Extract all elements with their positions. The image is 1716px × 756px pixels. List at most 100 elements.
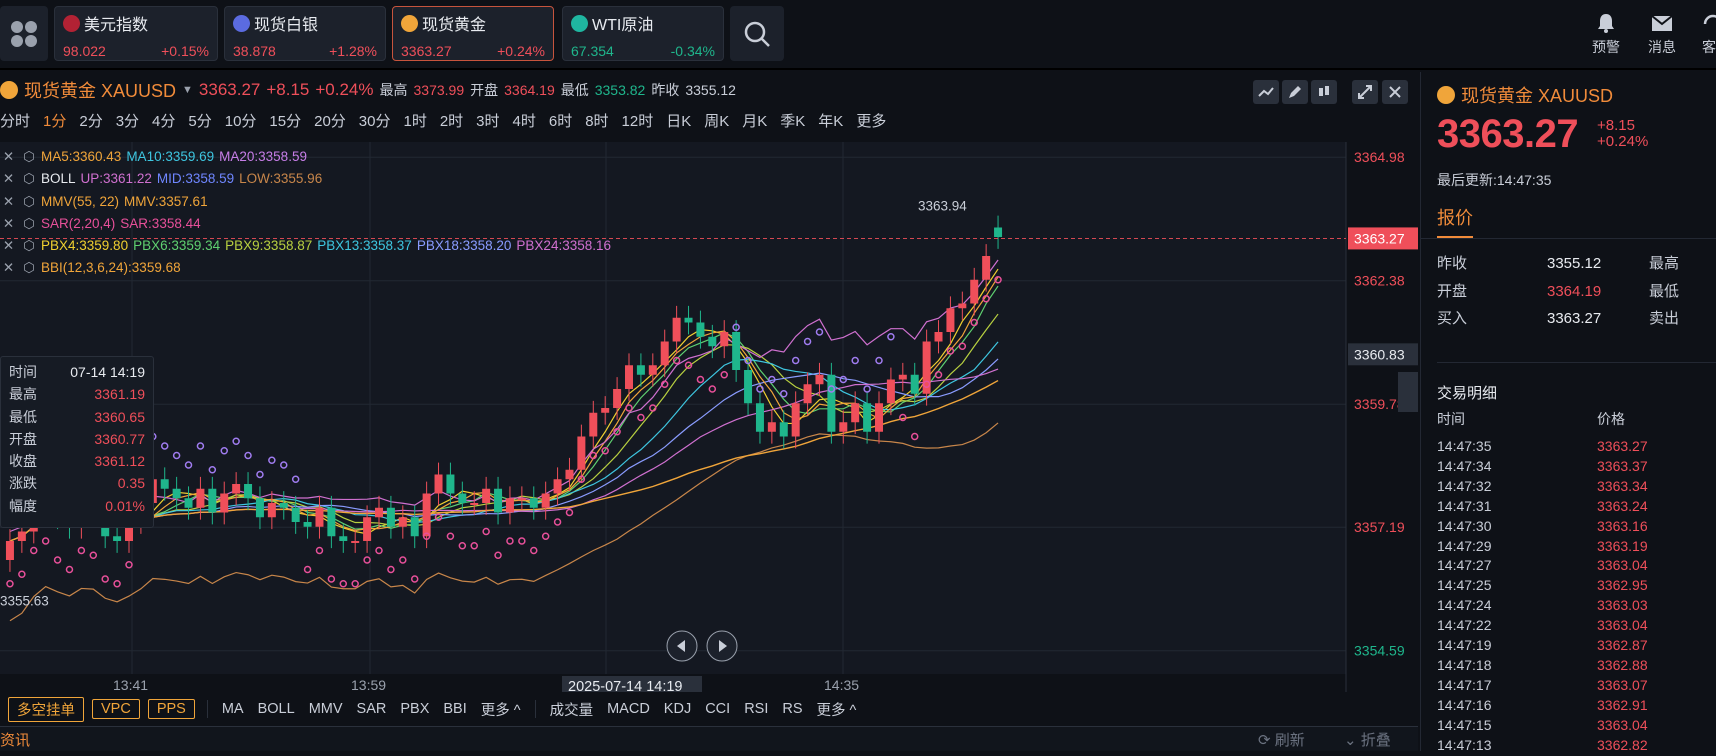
main-indicator-tab[interactable]: BBI (443, 701, 466, 717)
alert-tool[interactable]: 预警 (1592, 12, 1620, 57)
period-tab[interactable]: 1时 (403, 110, 426, 131)
main-indicator-tab[interactable]: SAR (357, 701, 387, 717)
alert-label: 预警 (1592, 39, 1620, 55)
trade-row: 14:47:19 3362.87 (1437, 636, 1716, 656)
prev-close-value: 3355.12 (685, 82, 736, 98)
sub-indicator-tab[interactable]: KDJ (664, 701, 691, 717)
indicator-settings-icon[interactable]: ⬡ (17, 191, 41, 213)
indicator-settings-icon[interactable]: ⬡ (17, 146, 41, 168)
period-tab[interactable]: 15分 (269, 110, 301, 131)
ticker-tile[interactable]: 现货白银 38.878 +1.28% (224, 6, 386, 61)
period-tab[interactable]: 8时 (585, 110, 608, 131)
period-tab[interactable]: 20分 (314, 110, 346, 131)
sub-indicator-tab[interactable]: 成交量 (550, 699, 594, 720)
bottom-tag-button[interactable]: VPC (92, 699, 140, 719)
period-tab[interactable]: 3时 (476, 110, 499, 131)
period-tab[interactable]: 12时 (622, 110, 654, 131)
ticker-tile[interactable]: 美元指数 98.022 +0.15% (54, 6, 218, 61)
chart-pane: 现货黄金 XAUUSD ▼ 3363.27 +8.15 +0.24% 最高 337… (0, 72, 1418, 692)
apps-grid-button[interactable] (0, 6, 48, 61)
expand-button[interactable] (1352, 80, 1378, 104)
period-tab[interactable]: 分时 (0, 110, 30, 131)
period-tab[interactable]: 2分 (79, 110, 102, 131)
indicator-value: PBX13:3358.37 (317, 238, 412, 254)
quote-panel: 现货黄金 XAUUSD 3363.27 +8.15 +0.24% 最后更新:14:… (1420, 72, 1716, 753)
period-tab[interactable]: 1分 (43, 110, 66, 131)
news-title[interactable]: 资讯 (0, 729, 30, 750)
ticker-tile[interactable]: WTI原油 67.354 -0.34% (562, 6, 724, 61)
remove-indicator-icon[interactable]: ✕ (0, 146, 17, 168)
trade-row: 14:47:35 3363.27 (1437, 437, 1716, 457)
main-indicator-tab[interactable]: MA (222, 701, 244, 717)
candle-body (434, 474, 443, 494)
sub-indicator-tab[interactable]: RS (782, 701, 802, 717)
symbol-dropdown-icon[interactable]: ▼ (182, 84, 193, 96)
candle-body (422, 493, 431, 537)
indicator-settings-icon[interactable]: ⬡ (17, 235, 41, 257)
period-tab[interactable]: 30分 (359, 110, 391, 131)
candle-body (375, 507, 383, 518)
bottom-tag-button[interactable]: PPS (147, 699, 195, 719)
indicator-value: PBX6:3359.34 (133, 238, 221, 254)
period-tab[interactable]: 更多 (856, 110, 886, 131)
candle-body (494, 488, 503, 513)
pencil-button[interactable] (1282, 80, 1308, 104)
candle-body (791, 403, 800, 437)
candle-body (648, 365, 657, 375)
main-indicator-tab[interactable]: 更多 ^ (481, 699, 521, 720)
gold-icon (1437, 86, 1455, 104)
period-tab[interactable]: 2时 (440, 110, 463, 131)
candle-style-button[interactable] (1311, 80, 1337, 104)
message-tool[interactable]: 消息 (1648, 12, 1676, 57)
ticker-tile[interactable]: 现货黄金 3363.27 +0.24% (392, 6, 554, 61)
period-tab[interactable]: 周K (704, 110, 729, 131)
quote-key: 最低 (1649, 282, 1680, 300)
sub-indicator-tab[interactable]: 更多 ^ (817, 699, 857, 720)
period-tab[interactable]: 年K (818, 110, 843, 131)
indicator-value: PBX24:3358.16 (516, 238, 612, 254)
indicator-settings-icon[interactable]: ⬡ (17, 257, 41, 279)
symbol-name[interactable]: 现货黄金 XAUUSD (24, 77, 176, 103)
tab-quote[interactable]: 报价 (1437, 204, 1473, 238)
close-icon (1389, 86, 1401, 98)
ticker-name-row: 美元指数 (63, 11, 209, 35)
sub-indicator-tab[interactable]: MACD (607, 701, 650, 717)
draw-line-button[interactable] (1253, 80, 1279, 104)
expand-icon (1358, 85, 1372, 99)
trade-row: 14:47:18 3362.88 (1437, 656, 1716, 676)
candle-body (208, 488, 217, 513)
bottom-tag-button[interactable]: 多空挂单 (8, 696, 84, 722)
tooltip-key: 收盘 (9, 453, 37, 470)
service-tool[interactable]: 客 (1702, 12, 1716, 57)
period-tab[interactable]: 4分 (152, 110, 175, 131)
search-button[interactable] (730, 6, 784, 61)
period-tab[interactable]: 6时 (549, 110, 572, 131)
period-tab[interactable]: 5分 (188, 110, 211, 131)
main-indicator-tab[interactable]: BOLL (258, 701, 295, 717)
remove-indicator-icon[interactable]: ✕ (0, 168, 17, 190)
period-tab[interactable]: 日K (666, 110, 691, 131)
quote-value: 3364.19 (1547, 282, 1602, 300)
period-tab[interactable]: 3分 (116, 110, 139, 131)
indicator-settings-icon[interactable]: ⬡ (17, 168, 41, 190)
next-button[interactable] (706, 630, 738, 662)
prev-button[interactable] (666, 630, 698, 662)
period-tab[interactable]: 月K (742, 110, 767, 131)
main-indicator-tab[interactable]: MMV (309, 701, 343, 717)
collapse-button[interactable]: ⌄ 折叠 (1344, 729, 1391, 750)
close-chart-button[interactable] (1382, 80, 1408, 104)
main-indicator-tab[interactable]: PBX (400, 701, 429, 717)
remove-indicator-icon[interactable]: ✕ (0, 257, 17, 279)
period-tab[interactable]: 4时 (513, 110, 536, 131)
sub-indicator-tab[interactable]: CCI (705, 701, 730, 717)
indicator-settings-icon[interactable]: ⬡ (17, 213, 41, 235)
side-toggle-button[interactable] (1398, 372, 1418, 412)
remove-indicator-icon[interactable]: ✕ (0, 213, 17, 235)
refresh-button[interactable]: ⟳ 刷新 (1258, 729, 1305, 750)
indicator-row: ✕ ⬡ SAR(2,20,4) SAR:3358.44 (0, 213, 616, 235)
remove-indicator-icon[interactable]: ✕ (0, 235, 17, 257)
period-tab[interactable]: 10分 (225, 110, 257, 131)
period-tab[interactable]: 季K (780, 110, 805, 131)
sub-indicator-tab[interactable]: RSI (744, 701, 768, 717)
remove-indicator-icon[interactable]: ✕ (0, 191, 17, 213)
